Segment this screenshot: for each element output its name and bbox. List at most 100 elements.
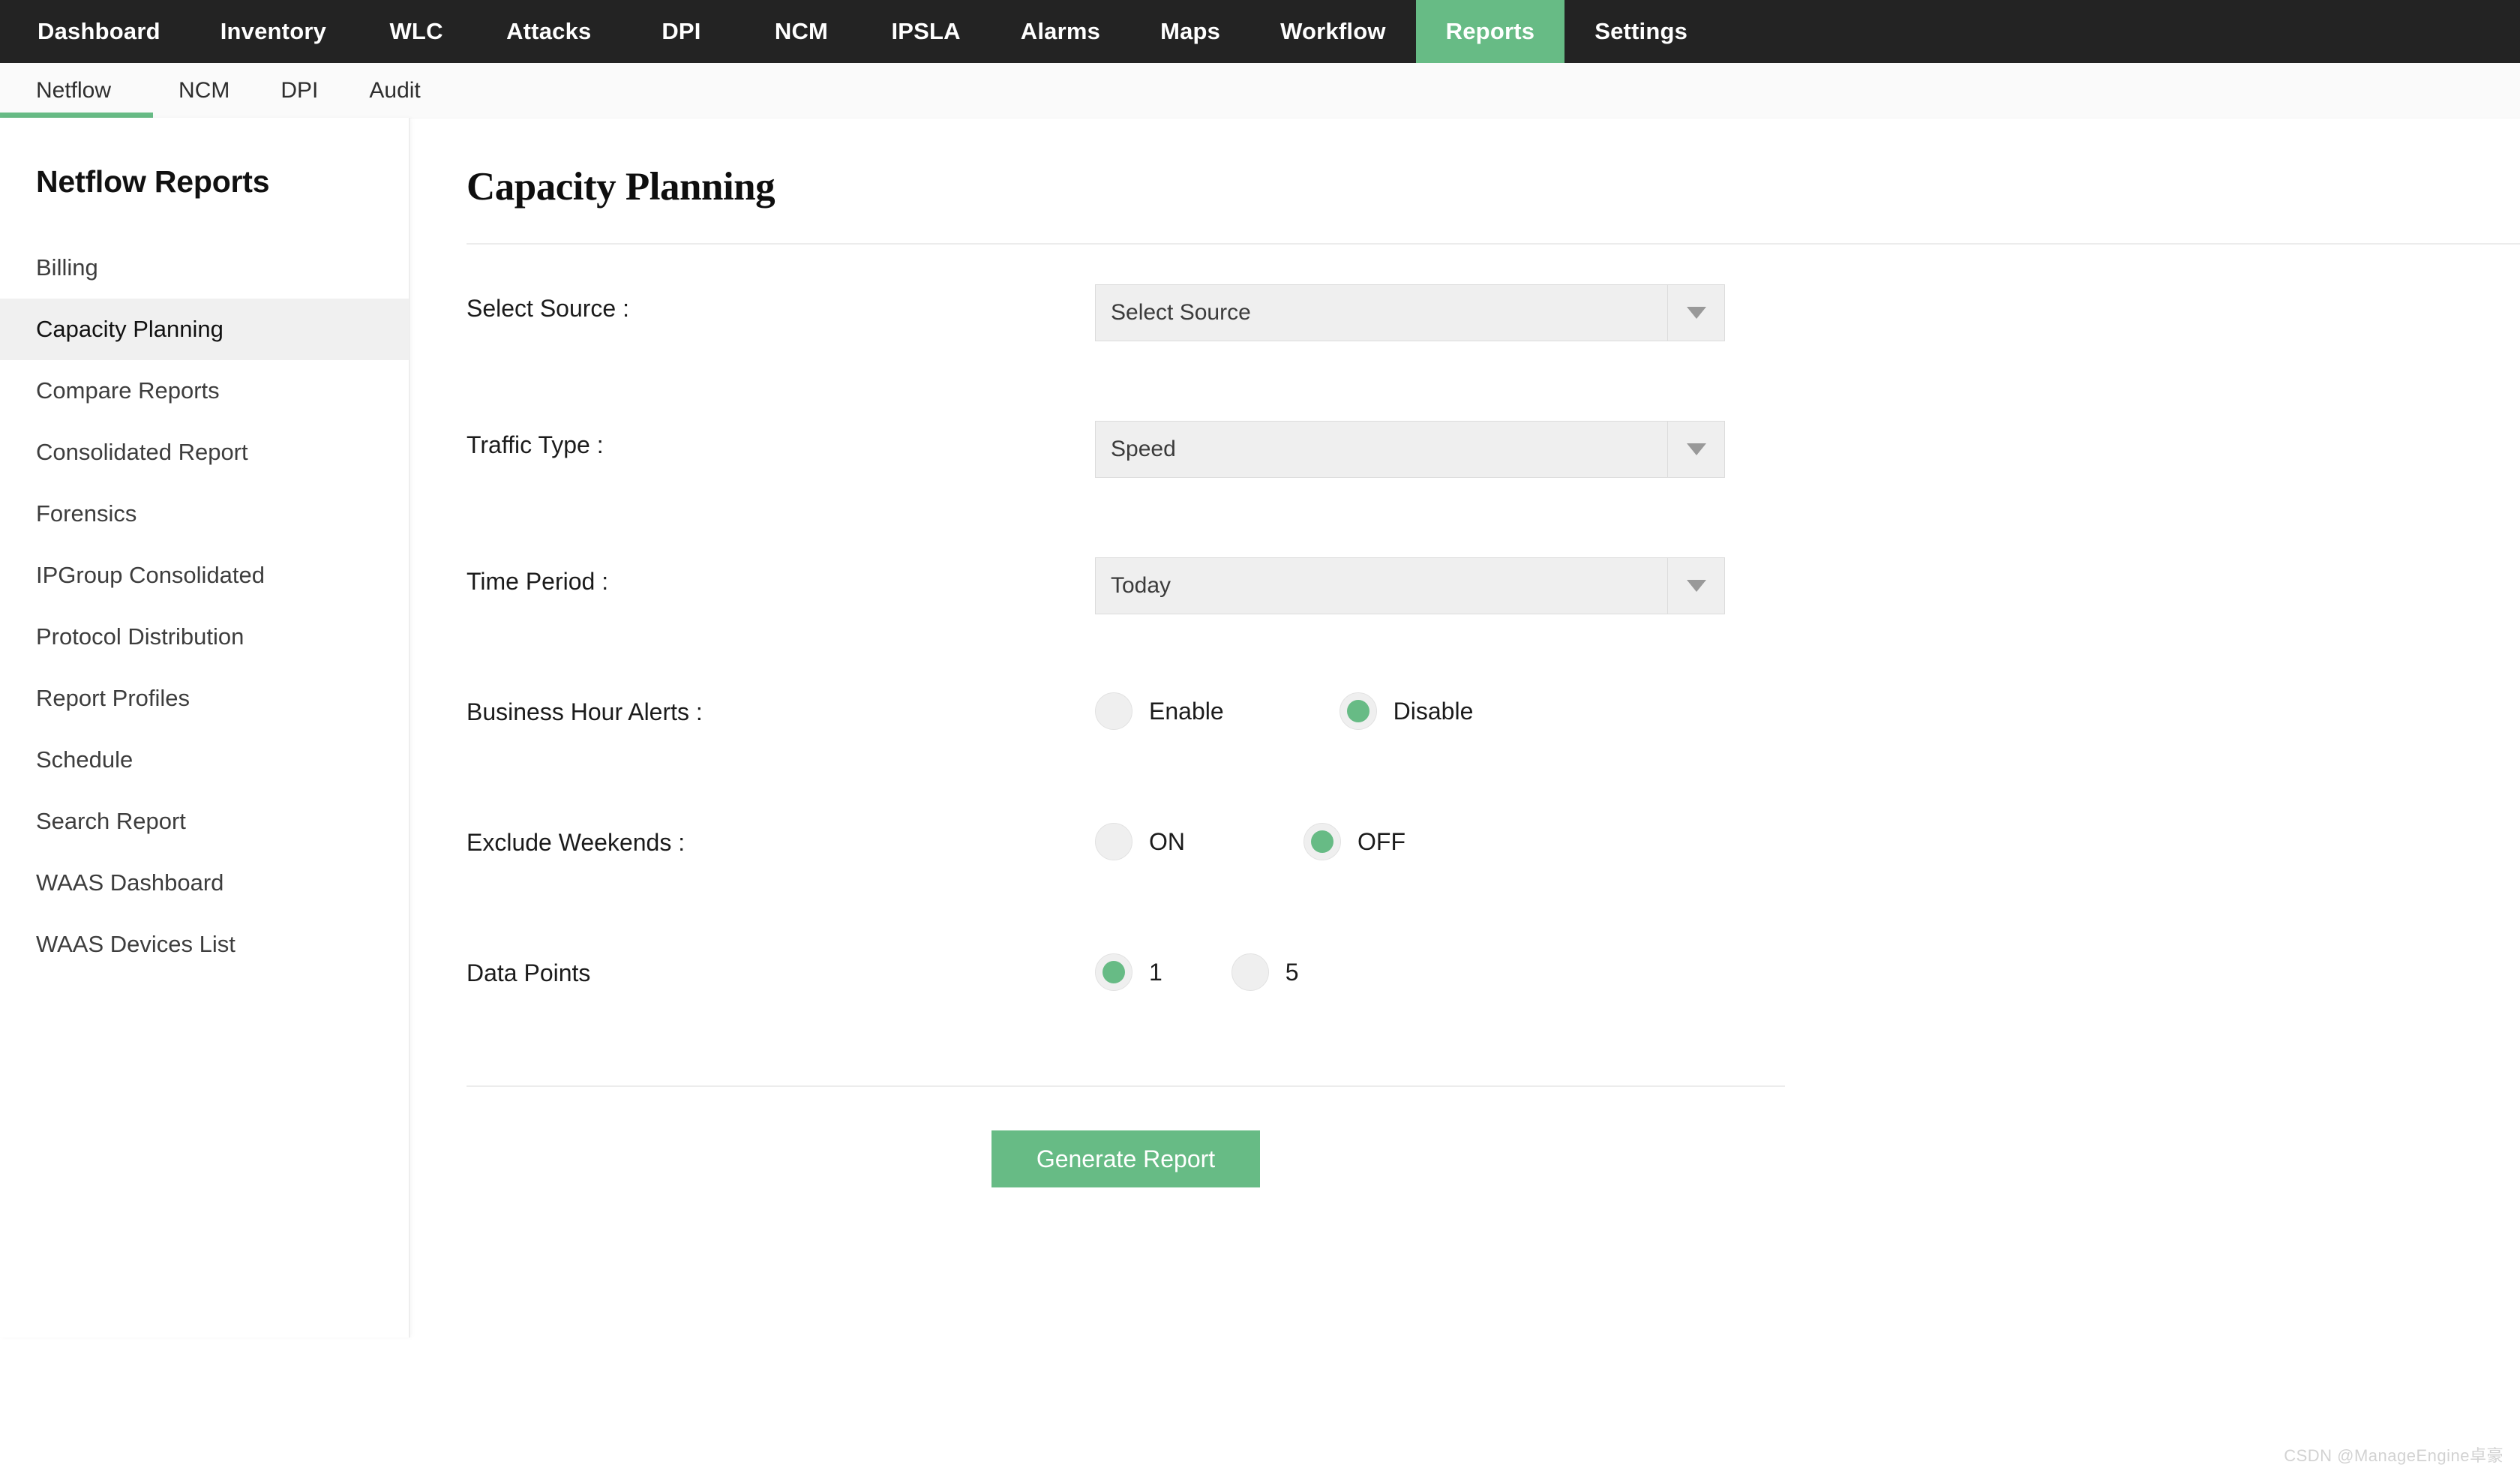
radio-dot-enable[interactable]: [1095, 692, 1132, 730]
radio-option-data-points-1[interactable]: 1: [1095, 953, 1162, 991]
time-period-label: Time Period :: [466, 568, 609, 595]
select-source-dropdown[interactable]: Select Source: [1095, 284, 1725, 341]
topnav-label: NCM: [774, 18, 829, 44]
sidebar-item-label: WAAS Devices List: [36, 931, 236, 957]
radio-label-off: OFF: [1358, 827, 1406, 855]
topnav-item-workflow[interactable]: Workflow: [1250, 0, 1416, 63]
page-title: Capacity Planning: [466, 165, 776, 209]
tab-label: NCM: [178, 77, 230, 103]
topnav-label: Alarms: [1020, 18, 1101, 44]
sidebar-item-label: Capacity Planning: [36, 316, 224, 342]
capacity-planning-form: Select Source : Select Source Traffic Ty…: [410, 245, 2520, 1018]
form-row-time-period: Time Period : Today: [466, 557, 2520, 626]
form-row-exclude-weekends: Exclude Weekends : ON OFF: [466, 818, 2520, 887]
data-points-label: Data Points: [466, 959, 591, 986]
topnav-item-ncm[interactable]: NCM: [741, 0, 861, 63]
form-row-business-hour-alerts: Business Hour Alerts : Enable Disable: [466, 688, 2520, 757]
sidebar-item-label: Compare Reports: [36, 377, 220, 404]
radio-label-data-points-1: 1: [1149, 958, 1162, 986]
sidebar-item-protocol-distribution[interactable]: Protocol Distribution: [0, 606, 409, 668]
topnav-label: Settings: [1594, 18, 1688, 44]
sidebar-item-search-report[interactable]: Search Report: [0, 791, 409, 852]
select-source-label: Select Source :: [466, 295, 629, 322]
watermark: CSDN @ManageEngine卓豪: [2284, 1446, 2504, 1465]
top-navigation-bar: Dashboard Inventory WLC Attacks DPI NCM …: [0, 0, 2520, 63]
sidebar-item-label: Billing: [36, 254, 98, 281]
radio-label-enable: Enable: [1149, 697, 1224, 725]
radio-dot-data-points-1[interactable]: [1095, 953, 1132, 991]
tab-ncm[interactable]: NCM: [153, 63, 255, 118]
sidebar-item-label: Forensics: [36, 500, 137, 527]
sidebar-item-forensics[interactable]: Forensics: [0, 483, 409, 545]
topnav-item-alarms[interactable]: Alarms: [991, 0, 1130, 63]
data-points-radio-group: 1 5: [1095, 949, 2520, 991]
radio-option-data-points-5[interactable]: 5: [1231, 953, 1299, 991]
form-row-traffic-type: Traffic Type : Speed: [466, 421, 2520, 490]
tab-label: Audit: [369, 77, 421, 103]
main-content: Capacity Planning Select Source : Select…: [410, 118, 2520, 1187]
business-hour-alerts-label: Business Hour Alerts :: [466, 698, 703, 725]
radio-dot-off[interactable]: [1304, 823, 1341, 860]
topnav-item-dpi[interactable]: DPI: [621, 0, 741, 63]
radio-label-on: ON: [1149, 827, 1185, 855]
topnav-label: IPSLA: [891, 18, 961, 44]
sidebar-item-waas-devices-list[interactable]: WAAS Devices List: [0, 914, 409, 975]
radio-dot-on[interactable]: [1095, 823, 1132, 860]
sidebar-item-waas-dashboard[interactable]: WAAS Dashboard: [0, 852, 409, 914]
tab-netflow[interactable]: Netflow: [0, 63, 154, 118]
time-period-dropdown[interactable]: Today: [1095, 557, 1725, 614]
sidebar-item-compare-reports[interactable]: Compare Reports: [0, 360, 409, 422]
topnav-item-wlc[interactable]: WLC: [356, 0, 476, 63]
topnav-item-maps[interactable]: Maps: [1130, 0, 1250, 63]
sidebar-item-label: Search Report: [36, 808, 186, 834]
sidebar-item-label: Protocol Distribution: [36, 623, 244, 650]
tab-label: Netflow: [36, 77, 112, 103]
business-hour-alerts-control: Enable Disable: [1095, 688, 2520, 730]
topnav-item-settings[interactable]: Settings: [1564, 0, 1718, 63]
topnav-item-reports[interactable]: Reports: [1415, 0, 1565, 63]
form-row-select-source: Select Source : Select Source: [466, 284, 2520, 353]
radio-option-disable[interactable]: Disable: [1339, 692, 1474, 730]
topnav-label: Reports: [1445, 18, 1535, 44]
topnav-label: Dashboard: [38, 18, 160, 44]
sidebar-item-ipgroup-consolidated[interactable]: IPGroup Consolidated: [0, 545, 409, 606]
sidebar-item-label: Report Profiles: [36, 685, 190, 711]
radio-label-disable: Disable: [1393, 697, 1474, 725]
traffic-type-value: Speed: [1111, 437, 1176, 461]
topnav-label: DPI: [662, 18, 701, 44]
topnav-item-ipsla[interactable]: IPSLA: [861, 0, 990, 63]
exclude-weekends-control: ON OFF: [1095, 818, 2520, 860]
topnav-label: Maps: [1160, 18, 1221, 44]
topnav-item-inventory[interactable]: Inventory: [190, 0, 356, 63]
page-shell: Netflow Reports Billing Capacity Plannin…: [0, 118, 2520, 1480]
traffic-type-dropdown[interactable]: Speed: [1095, 421, 1725, 478]
radio-dot-data-points-5[interactable]: [1231, 953, 1269, 991]
form-row-data-points: Data Points 1 5: [466, 949, 2520, 1018]
sidebar-item-schedule[interactable]: Schedule: [0, 729, 409, 791]
form-actions: Generate Report: [466, 1087, 1785, 1187]
sidebar-item-capacity-planning[interactable]: Capacity Planning: [0, 299, 409, 360]
topnav-item-attacks[interactable]: Attacks: [476, 0, 621, 63]
exclude-weekends-radio-group: ON OFF: [1095, 818, 2520, 860]
topnav-item-dashboard[interactable]: Dashboard: [8, 0, 190, 63]
select-source-value: Select Source: [1111, 300, 1251, 325]
data-points-control: 1 5: [1095, 949, 2520, 991]
generate-report-button[interactable]: Generate Report: [992, 1130, 1260, 1187]
tab-audit[interactable]: Audit: [344, 63, 446, 118]
topnav-label: Workflow: [1280, 18, 1386, 44]
sidebar-item-report-profiles[interactable]: Report Profiles: [0, 668, 409, 729]
sidebar-item-billing[interactable]: Billing: [0, 237, 409, 299]
radio-option-on[interactable]: ON: [1095, 823, 1185, 860]
chevron-down-icon: [1667, 285, 1724, 341]
radio-dot-disable[interactable]: [1339, 692, 1377, 730]
sidebar-item-label: IPGroup Consolidated: [36, 562, 266, 588]
topnav-label: WLC: [389, 18, 443, 44]
time-period-value: Today: [1111, 573, 1172, 598]
tab-dpi[interactable]: DPI: [255, 63, 344, 118]
topnav-label: Attacks: [506, 18, 592, 44]
exclude-weekends-label: Exclude Weekends :: [466, 829, 686, 856]
radio-option-enable[interactable]: Enable: [1095, 692, 1224, 730]
radio-option-off[interactable]: OFF: [1304, 823, 1406, 860]
sidebar-item-consolidated-report[interactable]: Consolidated Report: [0, 422, 409, 483]
chevron-down-icon: [1667, 558, 1724, 614]
